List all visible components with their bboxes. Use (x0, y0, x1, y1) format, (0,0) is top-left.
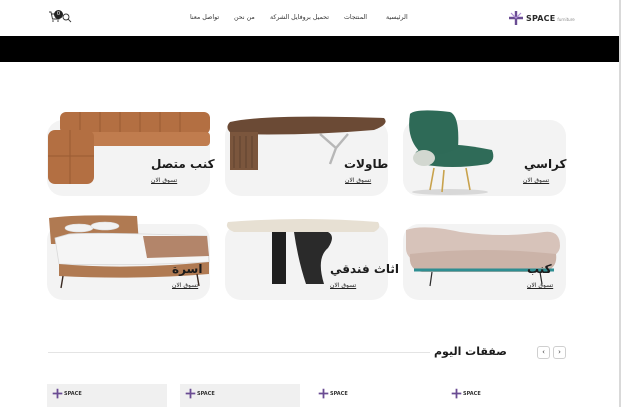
search-icon[interactable] (62, 13, 72, 23)
product-logo-text: SPACE (197, 390, 215, 397)
chair-image (409, 110, 494, 195)
section-divider (48, 352, 430, 353)
nav-contact[interactable]: تواصل معنا (190, 14, 219, 21)
product-logo-text: SPACE (463, 390, 481, 397)
shop-now-link-sectional[interactable]: تسوق الان (151, 177, 177, 184)
category-title-beds: اسرة (172, 262, 203, 276)
logo-mark-icon (185, 388, 196, 399)
logo-mark-icon (451, 388, 462, 399)
shop-now-link-tables[interactable]: تسوق الان (345, 177, 371, 184)
nav-company-profile[interactable]: تحميل بروفايل الشركة (270, 14, 329, 21)
product-logo: SPACE (52, 388, 82, 399)
shop-now-link-hotel[interactable]: تسوق الان (330, 282, 356, 289)
product-logo: SPACE (318, 388, 348, 399)
shop-now-link-beds[interactable]: تسوق الان (172, 282, 198, 289)
site-header: SPACE furniture الرئيسية المنتجات تحميل … (0, 0, 621, 36)
category-title-tables: طاولات (344, 157, 389, 171)
nav-about[interactable]: من نحن (234, 14, 255, 21)
product-logo-text: SPACE (64, 390, 82, 397)
category-title-chairs: كراسي (524, 157, 567, 171)
logo-subtext: furniture (557, 17, 575, 22)
sectional-sofa-image (48, 112, 210, 184)
hotel-table-image (226, 219, 380, 284)
product-logo-text: SPACE (330, 390, 348, 397)
hero-banner (0, 36, 621, 62)
deals-heading: صفقات اليوم (434, 345, 507, 358)
logo-text: SPACE (526, 13, 556, 23)
logo-mark-icon (509, 11, 523, 25)
site-logo[interactable]: SPACE furniture (508, 10, 575, 26)
product-logo: SPACE (451, 388, 481, 399)
category-title-hotel: اثاث فندقي (330, 262, 400, 276)
bed-image (49, 215, 210, 289)
logo-mark-icon (52, 388, 63, 399)
category-title-sofa: كنب (527, 262, 552, 276)
product-logo: SPACE (185, 388, 215, 399)
carousel-prev-button[interactable]: ‹ (537, 346, 550, 359)
logo-mark-icon (318, 388, 329, 399)
nav-products[interactable]: المنتجات (344, 14, 367, 21)
shop-now-link-chairs[interactable]: تسوق الان (523, 177, 549, 184)
category-title-sectional: كنب متصل (151, 157, 215, 171)
nav-home[interactable]: الرئيسية (386, 14, 408, 21)
carousel-next-button[interactable]: › (553, 346, 566, 359)
shop-now-link-sofa[interactable]: تسوق الان (527, 282, 553, 289)
